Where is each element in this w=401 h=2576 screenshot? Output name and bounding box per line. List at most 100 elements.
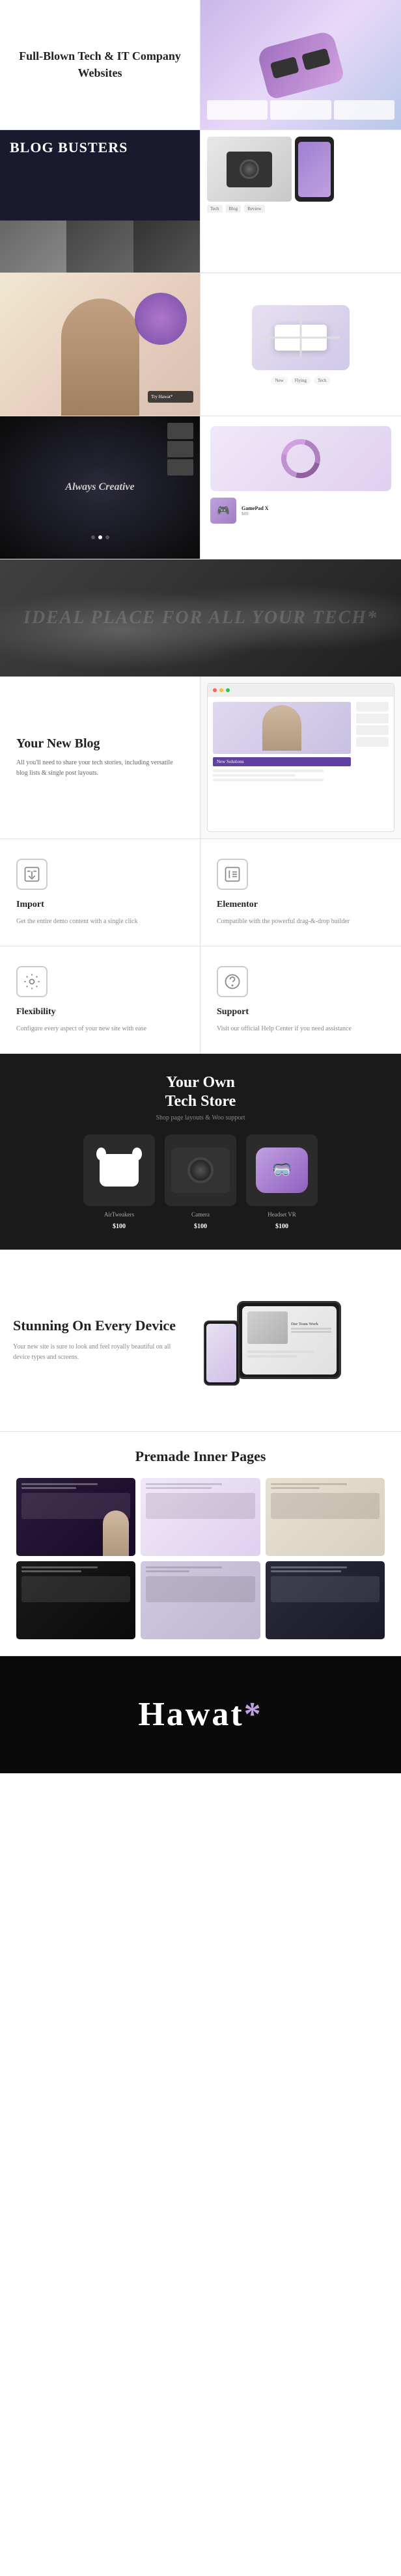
store-subtitle: Shop page layouts & Woo support (20, 1114, 381, 1121)
premade-grid (16, 1478, 385, 1639)
banner-text-overlay: Ideal Place For All Your Tech* (23, 608, 378, 628)
earbuds-price: $100 (113, 1223, 126, 1230)
premade-overlay-3 (266, 1478, 385, 1556)
creative-right-panel: 🎮 GamePad X $89 (200, 416, 401, 559)
phone-product-img (295, 137, 334, 202)
browser-dot-red (213, 688, 217, 692)
earbud-case (100, 1154, 139, 1187)
support-icon (223, 973, 242, 991)
import-title: Import (16, 900, 44, 910)
creative-mini-images (167, 423, 193, 476)
product-icon-1: 🎮 (210, 498, 236, 524)
earbuds-label: AirTweakers (104, 1211, 134, 1218)
premade-item-6 (266, 1561, 385, 1639)
blog-img-3 (133, 221, 200, 273)
premade-line-9 (146, 1566, 222, 1568)
vr-price: $100 (275, 1223, 288, 1230)
brand-text: Hawat (138, 1696, 243, 1733)
browser-main-area: New Solutions (213, 702, 351, 826)
portrait-bg: Try Hawat* (0, 273, 200, 416)
tablet-text-block: Our Team Work (291, 1311, 331, 1344)
dot-1 (91, 535, 95, 539)
hero-title: Full-Blown Tech & IT Company Websites (13, 48, 187, 81)
brand-star: * (244, 1696, 263, 1733)
creative-dots (91, 535, 109, 539)
browser-hero-person (262, 705, 301, 751)
premade-line-12 (271, 1570, 342, 1572)
support-title: Support (217, 1007, 249, 1017)
premade-line-5 (271, 1483, 347, 1485)
premade-overlay-6 (266, 1561, 385, 1639)
product-price-1: $89 (242, 511, 269, 517)
premade-line-2 (21, 1487, 76, 1489)
elementor-icon-box (217, 859, 248, 890)
footer-brand-section: Hawat* (0, 1656, 401, 1773)
hero-section: Full-Blown Tech & IT Company Websites (0, 0, 401, 130)
feature-flexibility: Flexibility Configure every aspect of yo… (0, 946, 200, 1053)
mini-img-2 (167, 441, 193, 457)
blog-feature-right: New Solutions (200, 677, 401, 839)
browser-sidebar (356, 702, 389, 826)
product-3d-display (210, 426, 391, 491)
gallery-right-panel: New Flying Tech (200, 273, 401, 416)
mini-img-1 (167, 423, 193, 439)
brand-name: Hawat* (138, 1695, 262, 1734)
flexibility-title: Flexibility (16, 1007, 56, 1017)
premade-line-3 (146, 1483, 222, 1485)
new-solutions-badge: New Solutions (213, 757, 351, 766)
import-icon-box (16, 859, 48, 890)
vr-label: Headset VR (268, 1211, 296, 1218)
sidebar-mock-1 (356, 702, 389, 712)
browser-bar (208, 684, 394, 697)
browser-line-3 (213, 779, 324, 781)
phone-screen (298, 142, 331, 197)
blog-features-section: Your New Blog All you'll need to share y… (0, 677, 401, 839)
person-silhouette (61, 299, 139, 416)
support-icon-box (217, 966, 248, 997)
creative-left-panel: Always Creative (0, 416, 200, 559)
blog-feature-desc: All you'll need to share your tech stori… (16, 758, 184, 779)
browser-text-lines (213, 770, 351, 781)
phone-screen-small (206, 1324, 236, 1382)
browser-mockup: New Solutions (207, 683, 394, 832)
product-name-1: GamePad X (242, 505, 269, 511)
premade-item-5 (141, 1561, 260, 1639)
tablet-content-row: Our Team Work (247, 1311, 331, 1344)
elementor-icon (223, 865, 242, 883)
gallery-left-panel: Try Hawat* (0, 273, 200, 416)
earbuds-visual (93, 1144, 145, 1196)
cam-lens-big (187, 1157, 214, 1183)
overlay-info-card: Try Hawat* (148, 391, 193, 403)
hero-left-panel: Full-Blown Tech & IT Company Websites (0, 0, 200, 129)
mini-card-2 (270, 100, 331, 120)
feature-elementor: Elementor Compatible with the powerful d… (200, 839, 401, 946)
tag-3: Review (244, 205, 264, 213)
store-products: AirTweakers $100 Camera $100 🥽 Headset V… (20, 1134, 381, 1230)
feature-import: Import Get the entire demo content with … (0, 839, 200, 946)
mini-card-3 (334, 100, 394, 120)
blog-tags: Tech Blog Review (207, 205, 394, 213)
t-line-2 (247, 1355, 297, 1358)
premade-line-6 (271, 1487, 320, 1489)
tablet-line-2 (291, 1331, 331, 1333)
banner-star: * (367, 608, 378, 628)
premade-line-8 (21, 1570, 81, 1572)
elementor-desc: Compatible with the powerful drag-&-drop… (217, 917, 350, 926)
blog-img-1 (0, 221, 66, 273)
camera-product-visual (171, 1147, 230, 1193)
camera-label: Camera (191, 1211, 210, 1218)
premade-item-2 (141, 1478, 260, 1556)
premade-overlay-5 (141, 1561, 260, 1639)
premade-line-10 (146, 1570, 189, 1572)
hero-right-panel (200, 0, 401, 129)
browser-hero-image (213, 702, 351, 754)
camera-product-img (207, 137, 292, 202)
blog-section: BLOG BUSTERS Tech Blog Review (0, 130, 401, 273)
browser-line-2 (213, 774, 296, 777)
tablet-img-block (247, 1311, 288, 1344)
banner-section: Ideal Place For All Your Tech* (0, 559, 401, 677)
camera-image (165, 1134, 236, 1206)
dot-2 (98, 535, 102, 539)
browser-dot-yellow (219, 688, 223, 692)
blog-right-panel: Tech Blog Review (200, 130, 401, 273)
